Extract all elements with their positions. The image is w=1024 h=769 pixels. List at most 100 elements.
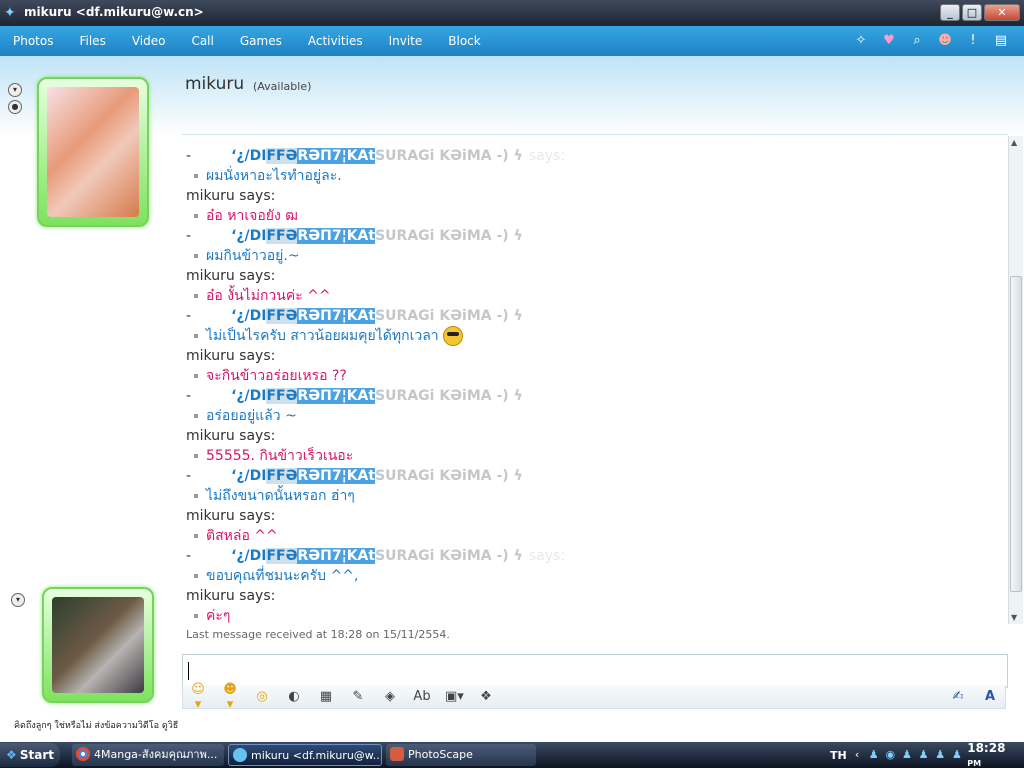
- nick-part: RƏΠ7¦KAt: [297, 228, 376, 244]
- buddy-icon-3[interactable]: ♟: [917, 748, 930, 762]
- menu-block[interactable]: Block: [435, 26, 493, 56]
- input-toolbar: ☺▾ ☻▾ ◎ ◐ ▦ ✎ ◈ Ab ▣▾ ❖ ✍ A: [182, 682, 1006, 712]
- minimize-button[interactable]: _: [940, 4, 960, 21]
- window-title: mikuru <df.mikuru@w.cn>: [24, 5, 204, 19]
- games-icon[interactable]: ◈: [381, 689, 399, 704]
- start-button[interactable]: Start: [0, 743, 60, 767]
- options-icon[interactable]: ▤: [992, 32, 1010, 50]
- maximize-button[interactable]: □: [962, 4, 982, 21]
- message-text: ติสหล่อ ^^: [206, 528, 278, 544]
- menu-games[interactable]: Games: [227, 26, 295, 56]
- buddy-icon-4[interactable]: ♟: [934, 748, 947, 762]
- nickname-line: - ‘¿/DIFFƏRƏΠ7¦KAtSURAGi KƏiMA -) ϟ: [186, 306, 1006, 326]
- nickname-line: - ‘¿/DIFFƏRƏΠ7¦KAtSURAGi KƏiMA -) ϟ: [186, 226, 1006, 246]
- menu-call[interactable]: Call: [178, 26, 226, 56]
- buddy-icon-5[interactable]: ♟: [951, 748, 964, 762]
- own-avatar[interactable]: [42, 587, 154, 703]
- nick-part: RƏΠ7¦KAt: [297, 548, 376, 564]
- task-messenger[interactable]: mikuru <df.mikuru@w...: [228, 744, 382, 766]
- message-line: ไม่เป็นไรครับ สาวน้อยผมคุยได้ทุกเวลา: [186, 326, 1006, 346]
- sender-line: mikuru says:: [186, 348, 276, 364]
- tray-expand-icon[interactable]: ‹: [851, 748, 864, 762]
- sender-nickname: ‘¿/DIFFƏRƏΠ7¦KAtSURAGi KƏiMA -) ϟ: [231, 466, 523, 486]
- collapse-icon[interactable]: ▾: [8, 83, 22, 97]
- task-browser[interactable]: 4Manga-สังคมคุณภาพ...: [72, 744, 224, 766]
- chat-scrollbar[interactable]: ▲ ▼: [1008, 136, 1023, 624]
- bullet: [194, 454, 198, 458]
- buddy-icon[interactable]: ♟: [867, 748, 880, 762]
- collapse-own-icon[interactable]: ▾: [11, 593, 25, 607]
- system-tray: TH ‹ ♟ ◉ ♟ ♟ ♟ ♟ 18:28 PM: [824, 741, 1024, 769]
- own-picture: [52, 597, 144, 693]
- nick-part: FFƏ: [266, 388, 298, 404]
- contact-avatar[interactable]: [37, 77, 149, 227]
- handwriting-icon[interactable]: ✍: [949, 689, 967, 704]
- close-button[interactable]: ✕: [984, 4, 1020, 21]
- heart-icon[interactable]: ♥: [880, 32, 898, 50]
- message-line: จะกินข้าวอร่อยเหรอ ??: [186, 366, 1006, 386]
- sender-nickname: ‘¿/DIFFƏRƏΠ7¦KAtSURAGi KƏiMA -) ϟ: [231, 226, 523, 246]
- nick-part: RƏΠ7¦KAt: [297, 468, 376, 484]
- nick-dash: -: [186, 548, 192, 564]
- nick-part: ‘¿/DI: [231, 548, 267, 564]
- menu-activities[interactable]: Activities: [295, 26, 376, 56]
- sender-nickname: ‘¿/DIFFƏRƏΠ7¦KAtSURAGi KƏiMA -) ϟ: [231, 386, 523, 406]
- share-icon[interactable]: ❖: [477, 689, 495, 704]
- buddy-icon-2[interactable]: ♟: [901, 748, 914, 762]
- personal-message[interactable]: คิดถึงลูกๆ ใช่หรือไม่ ส่งข้อความวิดีโอ ด…: [14, 718, 178, 732]
- network-icon[interactable]: ◉: [884, 748, 897, 762]
- message-text: อ๋อ หาเจอยัง ฒ: [206, 208, 298, 224]
- nick-dash: -: [186, 148, 192, 164]
- webcam-icon[interactable]: ●: [8, 100, 22, 114]
- nudge-icon[interactable]: ◎: [253, 689, 271, 704]
- menu-files[interactable]: Files: [66, 26, 118, 56]
- menu-photos[interactable]: Photos: [0, 26, 66, 56]
- menu-invite[interactable]: Invite: [376, 26, 436, 56]
- messenger-icon: ✦: [4, 5, 16, 21]
- image-icon[interactable]: ▣▾: [445, 689, 464, 704]
- scroll-down-icon[interactable]: ▼: [1011, 613, 1017, 622]
- nickname-line: - ‘¿/DIFFƏRƏΠ7¦KAtSURAGi KƏiMA -) ϟ: [186, 466, 1006, 486]
- spell-icon[interactable]: Ab: [413, 689, 431, 704]
- background-icon[interactable]: ▦: [317, 689, 335, 704]
- message-line: ผมนั่งหาอะไรทำอยู่ละ.: [186, 166, 1006, 186]
- bullet: [194, 574, 198, 578]
- ink-icon[interactable]: ✎: [349, 689, 367, 704]
- message-line: อร่อยอยู่แล้ว ~: [186, 406, 1006, 426]
- wink-icon[interactable]: ☻▾: [221, 682, 239, 712]
- message-text: ไม่เป็นไรครับ สาวน้อยผมคุยได้ทุกเวลา: [206, 328, 439, 344]
- message-text: ผมนั่งหาอะไรทำอยู่ละ.: [206, 168, 342, 184]
- message-line: ขอบคุณที่ชมนะครับ ^^,: [186, 566, 1006, 586]
- voice-clip-icon[interactable]: ◐: [285, 689, 303, 704]
- nick-part: FFƏ: [266, 148, 298, 164]
- alert-icon[interactable]: !: [964, 32, 982, 50]
- menu: Photos Files Video Call Games Activities…: [0, 26, 494, 56]
- task-photoscape[interactable]: PhotoScape: [386, 744, 536, 766]
- language-indicator[interactable]: TH: [830, 749, 847, 762]
- nick-part: FFƏ: [266, 228, 298, 244]
- message-text: 55555. กินข้าวเร็วเนอะ: [206, 448, 354, 464]
- menu-video[interactable]: Video: [119, 26, 179, 56]
- search-icon[interactable]: ⌕: [908, 32, 926, 50]
- nick-part: FFƏ: [266, 468, 298, 484]
- nick-part: ‘¿/DI: [231, 308, 267, 324]
- nickname-line: - ‘¿/DIFFƏRƏΠ7¦KAtSURAGi KƏiMA -) ϟ: [186, 386, 1006, 406]
- contact-picture: [47, 87, 139, 217]
- wand-icon[interactable]: ✧: [852, 32, 870, 50]
- scroll-up-icon[interactable]: ▲: [1011, 138, 1017, 147]
- nick-part: RƏΠ7¦KAt: [297, 308, 376, 324]
- face-icon[interactable]: ☻: [936, 32, 954, 50]
- nickname-line: - ‘¿/DIFFƏRƏΠ7¦KAtSURAGi KƏiMA -) ϟ says:: [186, 146, 1006, 166]
- scroll-thumb[interactable]: [1010, 276, 1022, 592]
- message-line: ติสหล่อ ^^: [186, 526, 1006, 546]
- font-icon[interactable]: A: [981, 689, 999, 704]
- sender-nickname: ‘¿/DIFFƏRƏΠ7¦KAtSURAGi KƏiMA -) ϟ: [231, 146, 523, 166]
- nick-part: FFƏ: [266, 308, 298, 324]
- messenger-task-icon: [233, 748, 247, 762]
- nick-part: SURAGi KƏiMA -) ϟ: [375, 148, 523, 164]
- emoticon-icon[interactable]: ☺▾: [189, 682, 207, 712]
- message-input[interactable]: [182, 654, 1008, 688]
- message-text: ผมกินข้าวอยู่.~: [206, 248, 300, 264]
- clock[interactable]: 18:28 PM: [967, 741, 1018, 769]
- nick-dash: -: [186, 308, 192, 324]
